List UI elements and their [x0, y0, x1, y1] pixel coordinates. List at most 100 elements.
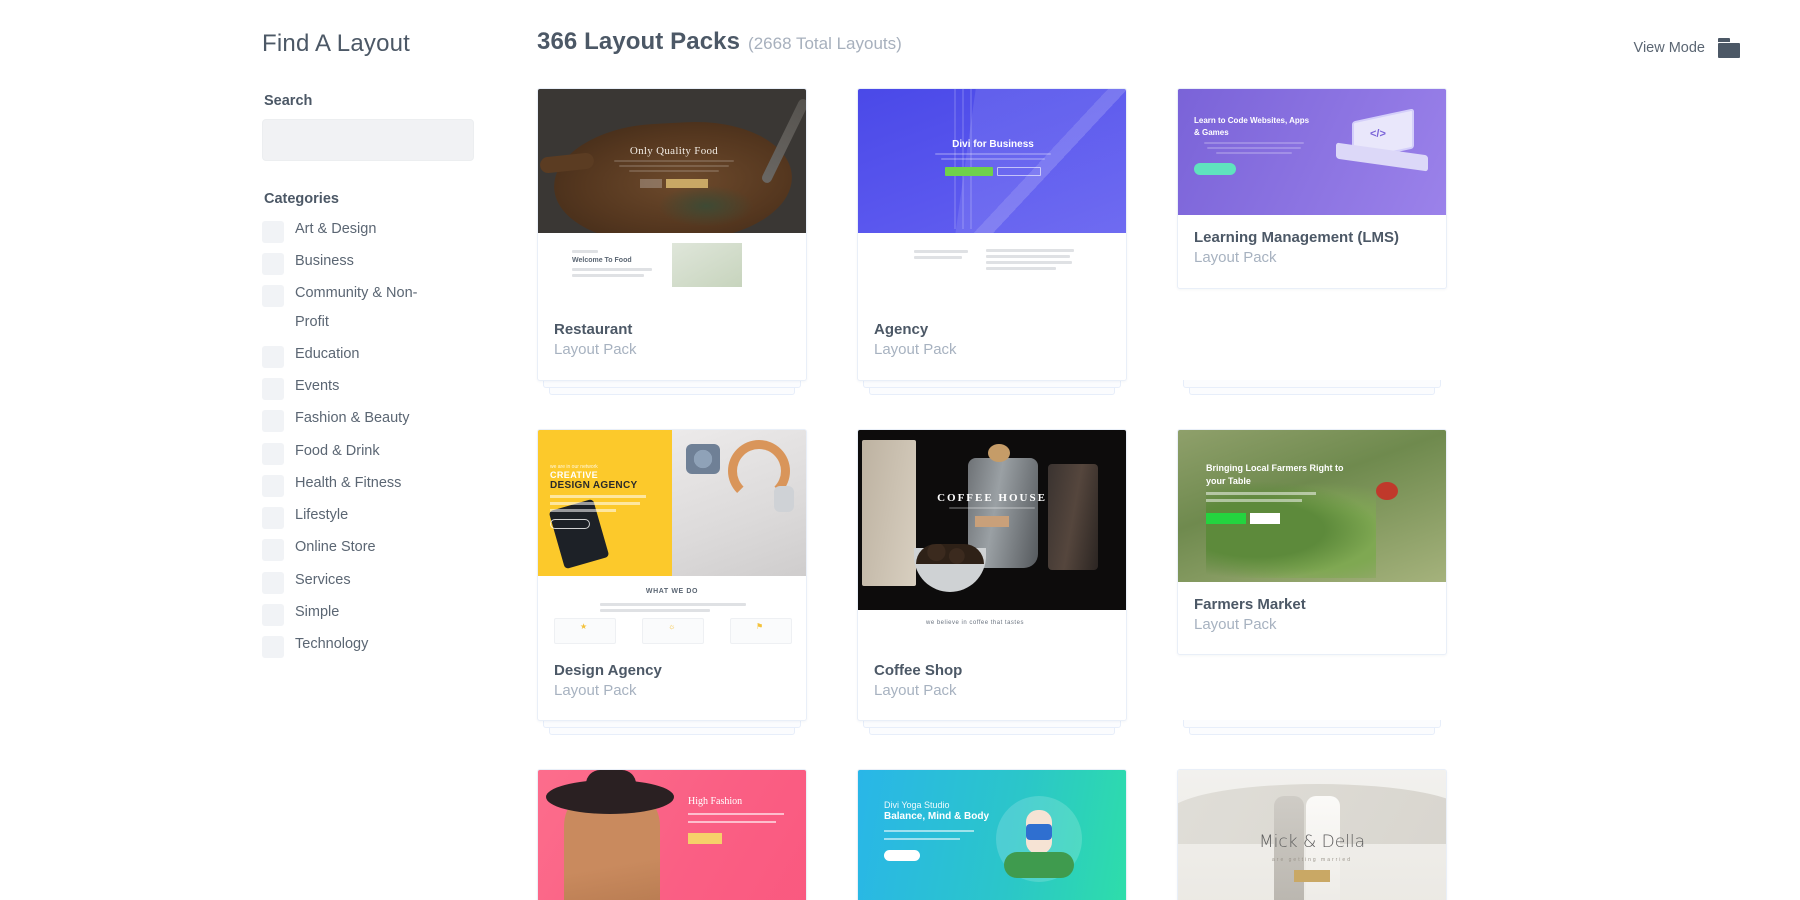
category-checkbox[interactable]	[262, 253, 284, 276]
layout-packs-grid: Only Quality Food Welcome To Food Restau…	[537, 88, 1457, 900]
category-label: Events	[295, 378, 340, 395]
category-label: Education	[295, 345, 360, 362]
card-thumbnail[interactable]: High Fashion About Us	[538, 770, 806, 900]
card-thumbnail[interactable]: Only Quality Food Welcome To Food	[538, 89, 806, 307]
hero-overlay: Mick & Della are getting married	[1178, 832, 1446, 887]
card-body[interactable]: Divi for Business Agency Layout Pack	[857, 88, 1127, 381]
card-body[interactable]: COFFEE HOUSE we believe in coffee that t…	[857, 428, 1127, 721]
category-item[interactable]: Technology	[262, 630, 477, 659]
view-mode-label: View Mode	[1633, 40, 1705, 56]
category-item[interactable]: Art & Design	[262, 215, 477, 243]
layout-pack-card[interactable]: Only Quality Food Welcome To Food Restau…	[537, 88, 807, 395]
card-stack-layer	[549, 727, 795, 735]
category-checkbox[interactable]	[262, 539, 284, 562]
category-checkbox[interactable]	[262, 474, 284, 497]
card-thumbnail[interactable]: Divi Yoga Studio Balance, Mind & Body Hi…	[858, 770, 1126, 900]
card-stack-layer	[869, 386, 1115, 395]
card-stack-layer	[1183, 379, 1441, 388]
layout-pack-card[interactable]: Mick & Della are getting married	[1177, 769, 1447, 900]
category-label: Lifestyle	[295, 507, 349, 524]
card-stack-layer	[543, 720, 801, 728]
category-checkbox[interactable]	[262, 220, 284, 243]
category-checkbox[interactable]	[262, 345, 284, 368]
card-body[interactable]: Mick & Della are getting married	[1177, 769, 1447, 900]
card-title: Agency	[874, 321, 929, 338]
card-title: Design Agency	[554, 661, 662, 679]
card-title: Learning Management (LMS)	[1194, 229, 1400, 246]
card-meta: Learning Management (LMS) Layout Pack	[1178, 215, 1446, 288]
view-mode-toggle[interactable]: View Mode	[1634, 38, 1740, 58]
layout-pack-card[interactable]: Divi for Business Agency Layout Pack	[857, 88, 1127, 395]
category-item[interactable]: Education	[262, 340, 477, 368]
category-item[interactable]: Services	[262, 566, 477, 594]
card-thumbnail[interactable]: Mick & Della are getting married	[1178, 770, 1446, 900]
card-stack-layer	[869, 727, 1115, 735]
card-title: Farmers Market	[1194, 595, 1306, 613]
layout-pack-card[interactable]: </> Learn to Code Websites, Apps & Games…	[1177, 88, 1447, 395]
layouts-browser-page: Find A Layout Search Categories Art & De…	[0, 0, 1800, 900]
card-meta: Coffee Shop Layout Pack	[858, 648, 1126, 721]
card-title: Coffee Shop	[874, 661, 963, 679]
categories-list: Art & Design Business Community & Non-Prof…	[262, 215, 477, 659]
layout-pack-card[interactable]: we are in our network CREATIVE DESIGN AGE…	[537, 428, 807, 735]
results-count: 366 Layout Packs	[537, 28, 741, 55]
card-meta: Design Agency Layout Pack	[538, 648, 806, 721]
card-thumbnail[interactable]: </> Learn to Code Websites, Apps & Games…	[1178, 89, 1446, 215]
category-checkbox[interactable]	[262, 378, 284, 401]
category-checkbox[interactable]	[262, 507, 284, 530]
card-subtitle: Layout Pack	[554, 681, 637, 699]
card-stack-layer	[1189, 386, 1435, 395]
results-header: 366 Layout Packs (2668 Total Layouts) Vie…	[537, 28, 1740, 68]
category-item[interactable]: Online Store	[262, 533, 477, 562]
layout-pack-card[interactable]: High Fashion About Us	[537, 769, 807, 900]
hero-overlay: COFFEE HOUSE	[906, 492, 1078, 527]
search-input[interactable]	[262, 118, 474, 161]
category-item[interactable]: Health & Fitness	[262, 469, 477, 497]
category-checkbox[interactable]	[262, 442, 284, 465]
category-label: Simple	[295, 603, 340, 620]
category-label: Technology	[295, 636, 369, 653]
category-item[interactable]: Simple	[262, 598, 477, 626]
card-body[interactable]: Bringing Local Farmers Right to your Tab…	[1177, 428, 1447, 655]
card-thumbnail[interactable]: COFFEE HOUSE we believe in coffee that t…	[858, 429, 1126, 648]
category-item[interactable]: Lifestyle	[262, 501, 477, 530]
search-label: Search	[264, 92, 313, 109]
stacked-cards-icon[interactable]	[1718, 38, 1740, 58]
card-subtitle: Layout Pack	[874, 681, 957, 699]
card-stack-layer	[1183, 720, 1441, 728]
layout-pack-card[interactable]: Bringing Local Farmers Right to your Tab…	[1177, 428, 1447, 735]
card-thumbnail[interactable]: Divi for Business	[858, 89, 1126, 307]
category-label: Business	[295, 253, 354, 270]
category-checkbox[interactable]	[262, 603, 284, 626]
find-a-layout-sidebar: Find A Layout Search Categories Art & De…	[262, 30, 477, 663]
category-checkbox[interactable]	[262, 410, 284, 433]
card-body[interactable]: </> Learn to Code Websites, Apps & Games…	[1177, 88, 1447, 289]
card-body[interactable]: High Fashion About Us	[537, 769, 807, 900]
category-item[interactable]: Fashion & Beauty	[262, 404, 477, 433]
card-thumbnail[interactable]: Bringing Local Farmers Right to your Tab…	[1178, 429, 1446, 582]
card-meta: Restaurant Layout Pack	[538, 307, 806, 380]
category-item[interactable]: Food & Drink	[262, 437, 477, 465]
card-stack-layer	[863, 720, 1121, 728]
card-stack-layer	[863, 379, 1121, 388]
card-meta: Farmers Market Layout Pack	[1178, 582, 1446, 655]
category-item[interactable]: Events	[262, 372, 477, 401]
category-item[interactable]: Community & Non-Profit	[262, 279, 477, 336]
layout-pack-card[interactable]: COFFEE HOUSE we believe in coffee that t…	[857, 428, 1127, 735]
category-label: Community & Non-Profit	[295, 285, 418, 330]
card-body[interactable]: Only Quality Food Welcome To Food Restau…	[537, 88, 807, 381]
category-checkbox[interactable]	[262, 285, 284, 308]
card-body[interactable]: we are in our network CREATIVE DESIGN AGE…	[537, 428, 807, 721]
hero-overlay: Divi for Business	[913, 139, 1073, 176]
layout-pack-card[interactable]: Divi Yoga Studio Balance, Mind & Body Hi…	[857, 769, 1127, 900]
hero-overlay: we are in our network CREATIVE DESIGN AGE…	[550, 464, 658, 529]
card-subtitle: Layout Pack	[1194, 249, 1277, 267]
category-item[interactable]: Business	[262, 247, 477, 276]
category-checkbox[interactable]	[262, 571, 284, 594]
category-label: Online Store	[295, 539, 376, 556]
card-title: Restaurant	[554, 321, 633, 338]
categories-label: Categories	[264, 190, 339, 207]
category-checkbox[interactable]	[262, 636, 284, 659]
card-body[interactable]: Divi Yoga Studio Balance, Mind & Body Hi…	[857, 769, 1127, 900]
card-thumbnail[interactable]: we are in our network CREATIVE DESIGN AGE…	[538, 429, 806, 648]
